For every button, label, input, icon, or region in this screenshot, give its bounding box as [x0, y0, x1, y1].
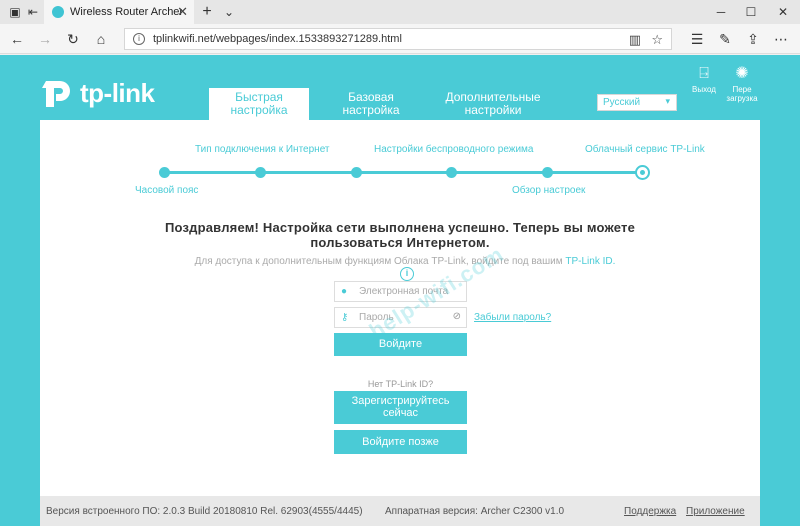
info-icon[interactable]: i [400, 267, 414, 281]
footer: Версия встроенного ПО: 2.0.3 Build 20180… [40, 496, 760, 526]
setup-card: Тип подключения к Интернет Настройки бес… [40, 120, 760, 496]
tab-close-icon[interactable]: ✕ [177, 4, 188, 20]
language-value: Русский [603, 97, 641, 108]
share-icon[interactable]: ⇪ [744, 30, 762, 48]
login-later-button[interactable]: Войдите позже [334, 430, 467, 454]
forward-icon[interactable]: → [36, 30, 54, 48]
setup-steps: Тип подключения к Интернет Настройки бес… [40, 120, 760, 200]
pen-icon[interactable]: ✎ [716, 30, 734, 48]
register-button[interactable]: Зарегистрируйтесь сейчас [334, 391, 467, 424]
step-dot [542, 167, 553, 178]
tab-list-icon[interactable]: ⌄ [220, 3, 238, 21]
tab-quick-setup[interactable]: Быстрая настройка [209, 88, 309, 120]
tab-advanced-setup[interactable]: Дополнительные настройки [433, 88, 553, 120]
logo-text: tp-link [80, 77, 155, 108]
support-link[interactable]: Поддержка [624, 506, 676, 517]
step-label-cloud: Облачный сервис TP-Link [585, 144, 705, 155]
tab-basic-setup[interactable]: Базовая настройка [321, 88, 421, 120]
tp-link-logo: tp-link [38, 77, 155, 109]
logout-icon: ⍈ [699, 65, 709, 82]
reading-view-icon[interactable]: ▥ [629, 32, 641, 48]
new-tab-icon[interactable]: + [198, 3, 216, 21]
main-tabs: Быстрая настройка Базовая настройка Допо… [209, 88, 565, 120]
language-select[interactable]: Русский ▾ [597, 94, 677, 111]
step-dot-current [635, 165, 650, 180]
key-icon: ⚷ [341, 312, 349, 323]
step-dot [351, 167, 362, 178]
site-info-icon[interactable]: i [133, 33, 145, 45]
tab-title: Wireless Router Archer [70, 6, 182, 18]
login-button[interactable]: Войдите [334, 333, 467, 356]
reboot-icon: ✺ [735, 65, 749, 82]
tp-link-logo-icon [42, 81, 70, 107]
browser-tab-bar: ▣ ⇤ Wireless Router Archer ✕ + ⌄ ─ ☐ ✕ [0, 0, 800, 24]
chevron-down-icon: ▾ [665, 96, 670, 106]
reboot-label: Пере загрузка [726, 85, 758, 103]
favorite-star-icon[interactable]: ☆ [651, 32, 663, 48]
close-window-icon[interactable]: ✕ [768, 3, 798, 21]
url-input[interactable]: i tplinkwifi.net/webpages/index.15338932… [124, 28, 672, 50]
reboot-button[interactable]: ✺ Пере загрузка [722, 65, 762, 103]
minimize-icon[interactable]: ─ [706, 3, 736, 21]
steps-line [164, 171, 642, 174]
step-label-wireless: Настройки беспроводного режима [374, 144, 534, 155]
browser-tab[interactable]: Wireless Router Archer ✕ [44, 0, 194, 24]
cloud-subtext: Для доступа к дополнительным функциям Об… [185, 256, 625, 281]
logout-button[interactable]: ⍈ Выход [684, 65, 724, 94]
logout-label: Выход [692, 85, 716, 94]
refresh-icon[interactable]: ↻ [64, 30, 82, 48]
address-bar: ← → ↻ ⌂ i tplinkwifi.net/webpages/index.… [0, 24, 800, 54]
step-dot [446, 167, 457, 178]
url-text: tplinkwifi.net/webpages/index.1533893271… [153, 33, 402, 45]
app-link[interactable]: Приложение [686, 506, 745, 517]
router-page: tp-link Быстрая настройка Базовая настро… [0, 55, 800, 526]
favorites-icon[interactable]: ☰ [688, 30, 706, 48]
home-icon[interactable]: ⌂ [92, 30, 110, 48]
maximize-icon[interactable]: ☐ [736, 3, 766, 21]
user-icon: ● [341, 286, 348, 297]
back-icon[interactable]: ← [8, 30, 26, 48]
step-dot [159, 167, 170, 178]
step-label-summary: Обзор настроек [512, 185, 586, 196]
tab-actions-icon[interactable]: ▣ [6, 3, 24, 21]
congrats-message: Поздравляем! Настройка сети выполнена ус… [164, 220, 635, 250]
hardware-version: Аппаратная версия: Archer C2300 v1.0 [385, 506, 565, 517]
favicon-icon [52, 6, 64, 18]
more-icon[interactable]: ⋯ [772, 30, 790, 48]
firmware-version: Версия встроенного ПО: 2.0.3 Build 20180… [46, 506, 363, 517]
tp-link-id-link[interactable]: TP-Link ID. [565, 256, 615, 267]
no-id-text: Нет TP-Link ID? [367, 379, 434, 389]
step-dot [255, 167, 266, 178]
forgot-password-link[interactable]: Забыли пароль? [474, 312, 551, 323]
tab-aside-icon[interactable]: ⇤ [24, 3, 42, 21]
step-label-timezone: Часовой пояс [135, 185, 199, 196]
eye-slash-icon[interactable]: ⊘ [453, 311, 461, 322]
step-label-connection: Тип подключения к Интернет [195, 144, 330, 155]
